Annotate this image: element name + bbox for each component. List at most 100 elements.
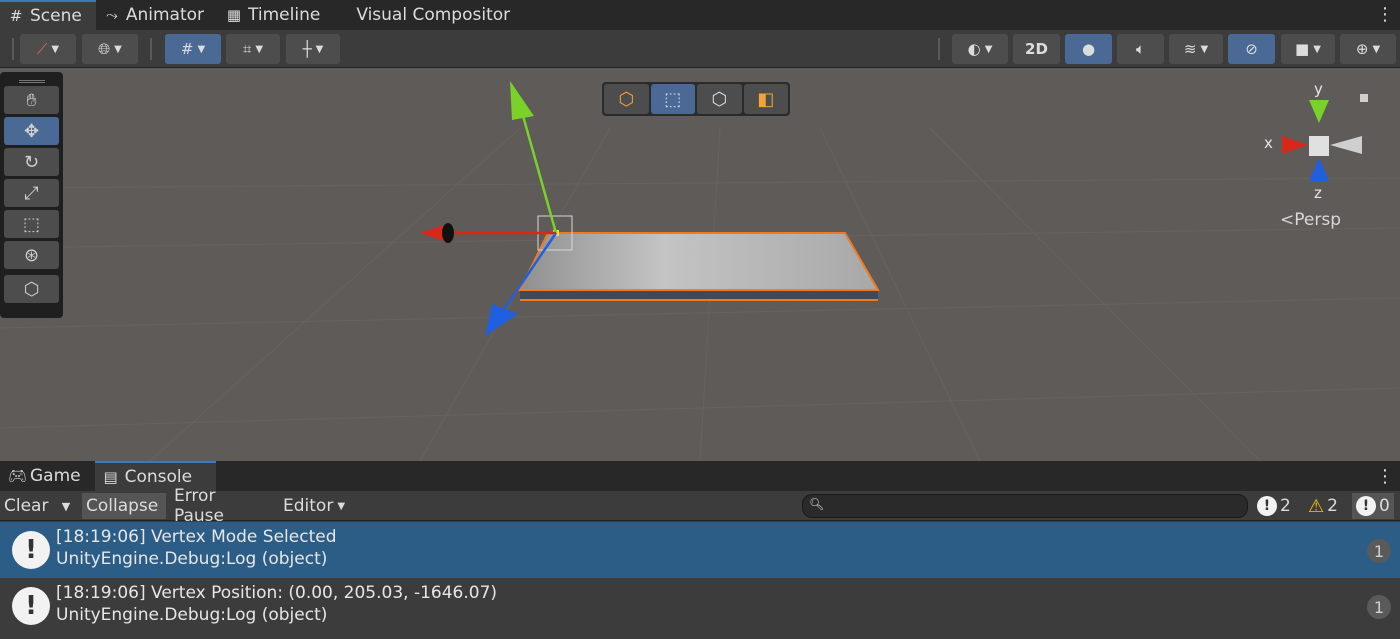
transform-icon: ⊛: [23, 244, 40, 266]
console-search-input[interactable]: [827, 497, 1237, 515]
scene-visibility-button[interactable]: ⊘: [1228, 34, 1275, 64]
scale-icon: ⤢: [24, 182, 39, 204]
ruler-snap-button[interactable]: ┼ ▼: [286, 34, 340, 64]
tab-visual-compositor[interactable]: Visual Compositor: [334, 0, 524, 30]
gizmo-y-label: y: [1314, 80, 1323, 98]
console-row[interactable]: ! [18:19:06] Vertex Position: (0.00, 205…: [0, 578, 1400, 639]
grid-snap-icon: #: [180, 40, 194, 58]
globe-icon: 🌐︎: [98, 40, 111, 58]
tab-scene[interactable]: # Scene: [0, 0, 96, 30]
global-toggle-button[interactable]: 🌐︎ ▼: [82, 34, 138, 64]
scene-canvas[interactable]: [0, 68, 1400, 461]
move-tool-button[interactable]: ✥: [4, 117, 59, 145]
info-message-icon: !: [12, 587, 50, 625]
tab-scene-label: Scene: [30, 6, 82, 26]
collapse-button[interactable]: Collapse: [82, 493, 166, 519]
2d-toggle-button[interactable]: 2D: [1013, 34, 1060, 64]
message-text: [18:19:06] Vertex Mode Selected: [56, 527, 337, 547]
clear-label: Clear: [4, 496, 49, 516]
message-count-badge: 1: [1367, 595, 1391, 619]
tab-game[interactable]: 🎮︎ Game: [0, 461, 95, 491]
scale-tool-button[interactable]: ⤢: [4, 179, 59, 207]
palette-drag-handle[interactable]: [4, 76, 59, 86]
projection-toggle[interactable]: <Persp: [1280, 210, 1341, 230]
edge-mode-button[interactable]: ⬡: [697, 84, 742, 114]
message-count-badge: 1: [1367, 539, 1391, 563]
cube-icon: ⬡: [618, 88, 635, 110]
error-pause-label: Error Pause: [174, 486, 224, 526]
effects-button[interactable]: ≋ ▼: [1169, 34, 1223, 64]
tab-visual-compositor-label: Visual Compositor: [356, 5, 511, 25]
chevron-down-icon: ▼: [1200, 43, 1209, 55]
clear-button[interactable]: Clear: [0, 493, 54, 519]
tab-timeline[interactable]: ▦ Timeline: [218, 0, 334, 30]
error-count-toggle[interactable]: ! 0: [1352, 493, 1394, 519]
toolbar-separator: [150, 38, 152, 60]
info-message-icon: !: [12, 531, 50, 569]
tab-animator[interactable]: ⤳ Animator: [96, 0, 218, 30]
custom-tool-icon: ⬡: [23, 278, 40, 300]
camera-settings-button[interactable]: ■ ▼: [1281, 34, 1335, 64]
chevron-down-icon: ▼: [61, 499, 71, 513]
view-tool-button[interactable]: ✋︎: [4, 86, 59, 114]
lighting-toggle-button[interactable]: ●: [1065, 34, 1112, 64]
2d-label: 2D: [1025, 40, 1048, 58]
gizmo-x-label: x: [1264, 134, 1273, 152]
lock-icon[interactable]: [1360, 94, 1368, 102]
tab-animator-label: Animator: [125, 5, 205, 25]
gizmos-button[interactable]: ⊕ ▼: [1340, 34, 1396, 64]
ruler-icon: ┼: [302, 40, 312, 58]
orientation-gizmo[interactable]: [1282, 94, 1368, 181]
top-kebab-icon[interactable]: ⋮: [1376, 4, 1394, 25]
camera-icon: ■: [1295, 40, 1310, 58]
layers-icon: ≋: [1183, 40, 1197, 58]
draw-mode-button[interactable]: ⟋ ▼: [20, 34, 76, 64]
grid-snapping-button[interactable]: # ▼: [165, 34, 221, 64]
editor-dropdown[interactable]: Editor ▼: [279, 493, 353, 519]
console-toolbar: Clear ▼ Collapse Error Pause Editor ▼ 🔍︎ …: [0, 486, 1400, 526]
clear-options-dropdown[interactable]: ▼: [54, 493, 78, 519]
increment-snapping-button[interactable]: ⌗ ▼: [226, 34, 280, 64]
tab-console-label: Console: [124, 467, 193, 487]
face-cube-icon: ◧: [757, 88, 775, 110]
message-source: UnityEngine.Debug:Log (object): [56, 549, 328, 569]
shading-mode-button[interactable]: ◐ ▼: [952, 34, 1008, 64]
face-mode-button[interactable]: ◧: [743, 84, 788, 114]
chevron-down-icon: ▼: [51, 43, 60, 55]
y-axis-handle[interactable]: [516, 97, 558, 234]
custom-tool-button[interactable]: ⬡: [4, 275, 59, 303]
draw-mode-icon: ⟋: [36, 40, 48, 58]
error-pause-button[interactable]: Error Pause: [170, 486, 274, 526]
console-row[interactable]: ! [18:19:06] Vertex Mode Selected UnityE…: [0, 522, 1400, 578]
edge-cube-icon: ⬡: [711, 88, 728, 110]
scene-view[interactable]: y x z <Persp: [0, 68, 1400, 461]
info-count-toggle[interactable]: ! 2: [1257, 493, 1291, 519]
selected-plane[interactable]: [518, 215, 880, 301]
object-mode-button[interactable]: ⬡: [604, 84, 649, 114]
gizmo-icon: ⊕: [1355, 40, 1369, 58]
chevron-down-icon: ▼: [114, 43, 122, 55]
z-axis-arrow[interactable]: [485, 304, 518, 336]
info-count: 2: [1280, 496, 1291, 516]
eye-hidden-icon: ⊘: [1245, 40, 1258, 58]
gizmo-z-label: z: [1314, 184, 1322, 202]
console-search[interactable]: 🔍︎: [802, 494, 1248, 518]
warning-count: 2: [1327, 496, 1338, 516]
chevron-down-icon: ▼: [1372, 43, 1381, 55]
chevron-down-icon: ▼: [255, 43, 264, 55]
message-text: [18:19:06] Vertex Position: (0.00, 205.0…: [56, 583, 498, 603]
chevron-down-icon: ▼: [1313, 43, 1321, 55]
y-axis-arrow[interactable]: [510, 81, 534, 120]
hand-icon: ✋︎: [26, 89, 37, 111]
move-arrows-icon: ✥: [23, 120, 40, 142]
rotate-tool-button[interactable]: ↻: [4, 148, 59, 176]
chevron-down-icon: ▼: [197, 43, 206, 55]
toolbar-separator: [938, 38, 940, 60]
rotate-icon: ↻: [23, 151, 40, 173]
vertex-mode-button[interactable]: ⬚: [650, 84, 695, 114]
audio-toggle-button[interactable]: 🔈︎: [1117, 34, 1164, 64]
transform-tool-button[interactable]: ⊛: [4, 241, 59, 269]
rect-tool-button[interactable]: ⬚: [4, 210, 59, 238]
bottom-kebab-icon[interactable]: ⋮: [1376, 466, 1394, 487]
warning-count-toggle[interactable]: ⚠ 2: [1308, 493, 1338, 519]
